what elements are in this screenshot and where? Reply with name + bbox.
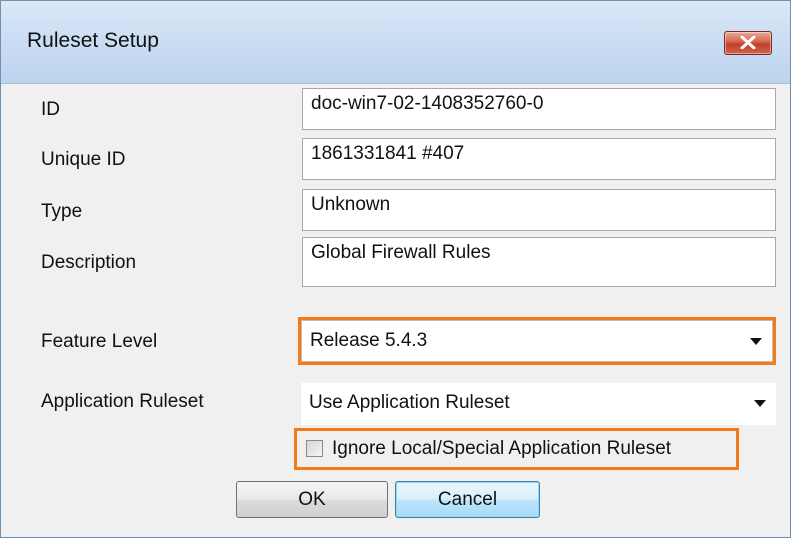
feature-level-label: Feature Level — [41, 331, 158, 352]
ignore-local-checkbox[interactable] — [306, 440, 323, 457]
ignore-local-label[interactable]: Ignore Local/Special Application Ruleset — [332, 438, 671, 460]
unique-id-label: Unique ID — [41, 149, 126, 170]
ruleset-setup-dialog: Ruleset Setup ID doc-win7-02-1408352760-… — [0, 0, 791, 538]
close-icon — [740, 36, 756, 49]
id-label: ID — [41, 99, 60, 120]
unique-id-field[interactable]: 1861331841 #407 — [302, 138, 776, 180]
chevron-down-icon[interactable] — [754, 400, 766, 407]
dialog-title: Ruleset Setup — [27, 29, 159, 52]
id-field[interactable]: doc-win7-02-1408352760-0 — [302, 88, 776, 130]
ok-button[interactable]: OK — [236, 481, 388, 518]
application-ruleset-label: Application Ruleset — [41, 391, 204, 412]
chevron-down-icon[interactable] — [750, 338, 762, 345]
title-bar[interactable]: Ruleset Setup — [1, 1, 790, 84]
feature-level-value: Release 5.4.3 — [310, 330, 428, 351]
application-ruleset-select[interactable]: Use Application Ruleset — [301, 383, 776, 425]
application-ruleset-value: Use Application Ruleset — [309, 392, 510, 413]
type-label: Type — [41, 201, 83, 222]
description-field[interactable]: Global Firewall Rules — [302, 237, 776, 287]
cancel-button[interactable]: Cancel — [395, 481, 540, 518]
feature-level-select[interactable]: Release 5.4.3 — [301, 320, 773, 362]
close-button[interactable] — [724, 31, 772, 55]
description-label: Description — [41, 252, 137, 273]
type-field[interactable]: Unknown — [302, 189, 776, 231]
